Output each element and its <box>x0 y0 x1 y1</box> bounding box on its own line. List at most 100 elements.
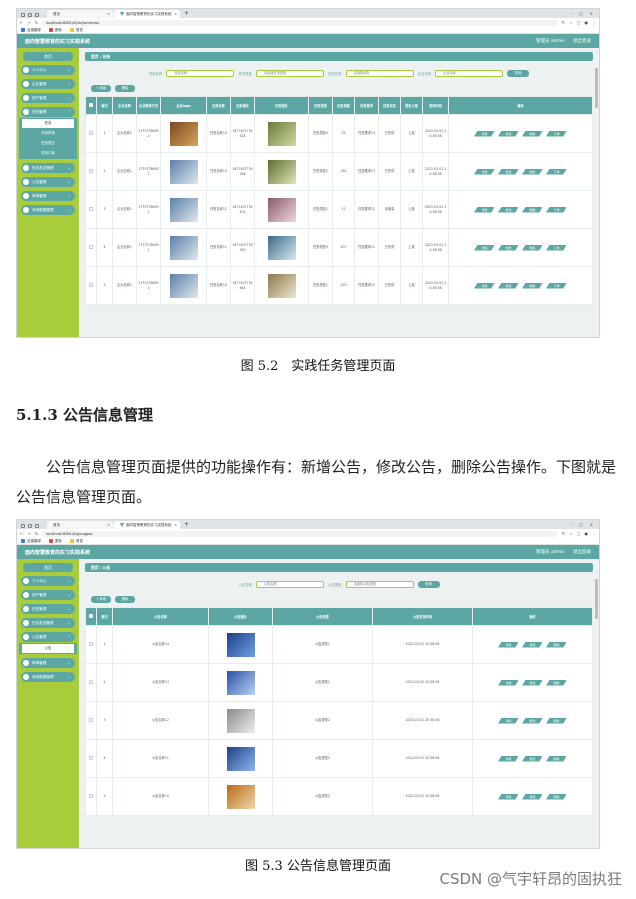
bookmark-item[interactable]: 百度翻译 <box>21 538 41 544</box>
checkbox[interactable] <box>89 244 93 249</box>
enterprise-name-input[interactable] <box>435 69 504 77</box>
row-select-cell[interactable] <box>85 701 97 740</box>
browser-tab-system[interactable]: 面向智慧教育的实习实践系统 × <box>114 10 180 18</box>
url-field[interactable]: localhost:8081/#/shijianrenwu <box>42 19 558 26</box>
tab-controls[interactable] <box>19 522 47 529</box>
sidebar-item-users[interactable]: 用户管理 ⌄ <box>21 93 75 103</box>
profile-icon[interactable]: ● <box>585 531 589 536</box>
sidebar-item-resume[interactable]: 简单管理 ⌄ <box>21 658 75 668</box>
forward-icon[interactable]: → <box>27 531 30 536</box>
reload-icon[interactable]: ↻ <box>35 531 38 536</box>
delete-row-button[interactable]: 删除 <box>522 206 543 213</box>
maximize-icon[interactable]: ▢ <box>579 10 583 18</box>
search-button[interactable]: 查询 <box>417 580 440 588</box>
delete-row-button[interactable]: 删除 <box>546 641 567 648</box>
sidebar-item-system[interactable]: 系统数据管理 ⌄ <box>21 672 75 682</box>
tab-controls[interactable] <box>19 11 47 18</box>
browser-tab-home[interactable]: 首页 × <box>47 521 113 529</box>
detail-button[interactable]: 详情 <box>474 168 495 175</box>
edit-button[interactable]: 修改 <box>498 168 519 175</box>
bookmark-item[interactable]: 图标 <box>49 538 62 544</box>
bookmark-item[interactable]: 百度翻译 <box>21 27 41 33</box>
delete-button[interactable]: 删除 <box>115 596 135 603</box>
row-select-cell[interactable] <box>85 190 97 229</box>
detail-button[interactable]: 详情 <box>498 755 519 762</box>
edit-button[interactable]: 修改 <box>498 206 519 213</box>
delete-row-button[interactable]: 删除 <box>522 244 543 251</box>
new-tab-button[interactable]: + <box>181 521 189 529</box>
back-icon[interactable]: ← <box>20 531 23 536</box>
delete-row-button[interactable]: 删除 <box>546 755 567 762</box>
row-select-cell[interactable] <box>85 266 97 305</box>
row-select-cell[interactable] <box>85 625 97 664</box>
delete-row-button[interactable]: 删除 <box>546 717 567 724</box>
sidebar-item-users[interactable]: 用户管理 ⌄ <box>21 590 75 600</box>
row-select-cell[interactable] <box>85 152 97 191</box>
close-icon[interactable]: × <box>174 10 177 18</box>
sidebar-item-profile[interactable]: 个人中心 ⌄ <box>21 65 75 75</box>
maximize-icon[interactable]: ▢ <box>579 521 583 529</box>
delete-row-button[interactable]: 删除 <box>546 679 567 686</box>
breadcrumb-home[interactable]: 首页 <box>91 565 99 570</box>
extensions-icon[interactable]: ▢ <box>577 531 581 536</box>
checkbox[interactable] <box>89 168 93 173</box>
menu-icon[interactable]: ⋮ <box>592 20 596 25</box>
notice-type-select[interactable] <box>345 580 414 588</box>
browser-tab-home[interactable]: 首页 × <box>47 10 113 18</box>
forward-icon[interactable]: → <box>27 20 30 25</box>
add-button[interactable]: + 新增 <box>91 596 111 603</box>
checkbox[interactable] <box>89 282 93 287</box>
add-button[interactable]: + 新增 <box>91 85 111 92</box>
order-button[interactable]: 下单 <box>546 244 567 251</box>
profile-icon[interactable]: ● <box>585 20 589 25</box>
checkbox[interactable] <box>89 206 93 211</box>
sidebar-item-profile[interactable]: 个人中心 ⌄ <box>21 576 75 586</box>
share-icon[interactable]: ⇱ <box>562 531 565 536</box>
select-all-checkbox-cell[interactable] <box>85 96 97 115</box>
close-window-icon[interactable]: × <box>590 10 593 18</box>
delete-button[interactable]: 删除 <box>115 85 135 92</box>
bookmark-item[interactable]: 首发 <box>70 538 83 544</box>
sidebar-item-tasks[interactable]: 任务管理 ⌄ <box>21 604 75 614</box>
delete-row-button[interactable]: 删除 <box>522 130 543 137</box>
extensions-icon[interactable]: ▢ <box>577 20 581 25</box>
scrollbar[interactable] <box>595 559 599 848</box>
order-button[interactable]: 下单 <box>546 130 567 137</box>
row-select-cell[interactable] <box>85 114 97 153</box>
submenu-item-task[interactable]: 任务 <box>22 119 74 128</box>
row-select-cell[interactable] <box>85 739 97 778</box>
checkbox[interactable] <box>89 679 93 684</box>
select-all-checkbox-cell[interactable] <box>85 607 97 626</box>
task-name-input[interactable] <box>166 69 235 77</box>
submenu-item-notice[interactable]: 公告 <box>22 644 74 653</box>
minimize-icon[interactable]: – <box>570 521 572 529</box>
scrollbar[interactable] <box>595 48 599 337</box>
task-type-select[interactable] <box>256 69 324 77</box>
reload-icon[interactable]: ↻ <box>35 20 38 25</box>
close-icon[interactable]: × <box>107 10 110 18</box>
row-select-cell[interactable] <box>85 663 97 702</box>
edit-button[interactable]: 修改 <box>522 641 543 648</box>
detail-button[interactable]: 详情 <box>474 206 495 213</box>
close-icon[interactable]: × <box>107 521 110 529</box>
detail-button[interactable]: 详情 <box>498 679 519 686</box>
checkbox[interactable] <box>89 103 93 107</box>
row-select-cell[interactable] <box>85 228 97 267</box>
detail-button[interactable]: 详情 <box>474 282 495 289</box>
submenu-item-task-apply[interactable]: 任务申请 <box>19 129 77 138</box>
delete-row-button[interactable]: 删除 <box>522 282 543 289</box>
checkbox[interactable] <box>89 755 93 760</box>
back-icon[interactable]: ← <box>20 20 23 25</box>
close-window-icon[interactable]: × <box>590 521 593 529</box>
edit-button[interactable]: 修改 <box>498 282 519 289</box>
browser-tab-system[interactable]: 面向智慧教育的实习实践系统 × <box>114 521 180 529</box>
star-icon[interactable]: ☆ <box>569 531 573 536</box>
sidebar-item-task-send[interactable]: 任务发送管理 ⌄ <box>21 618 75 628</box>
checkbox[interactable] <box>89 614 93 618</box>
bookmark-item[interactable]: 首发 <box>70 27 83 33</box>
close-icon[interactable]: × <box>174 521 177 529</box>
sidebar-item-notice[interactable]: 公告管理 ⌄ <box>21 177 75 187</box>
star-icon[interactable]: ☆ <box>569 20 573 25</box>
edit-button[interactable]: 修改 <box>522 679 543 686</box>
logout-link[interactable]: 退出登录 <box>573 549 591 555</box>
